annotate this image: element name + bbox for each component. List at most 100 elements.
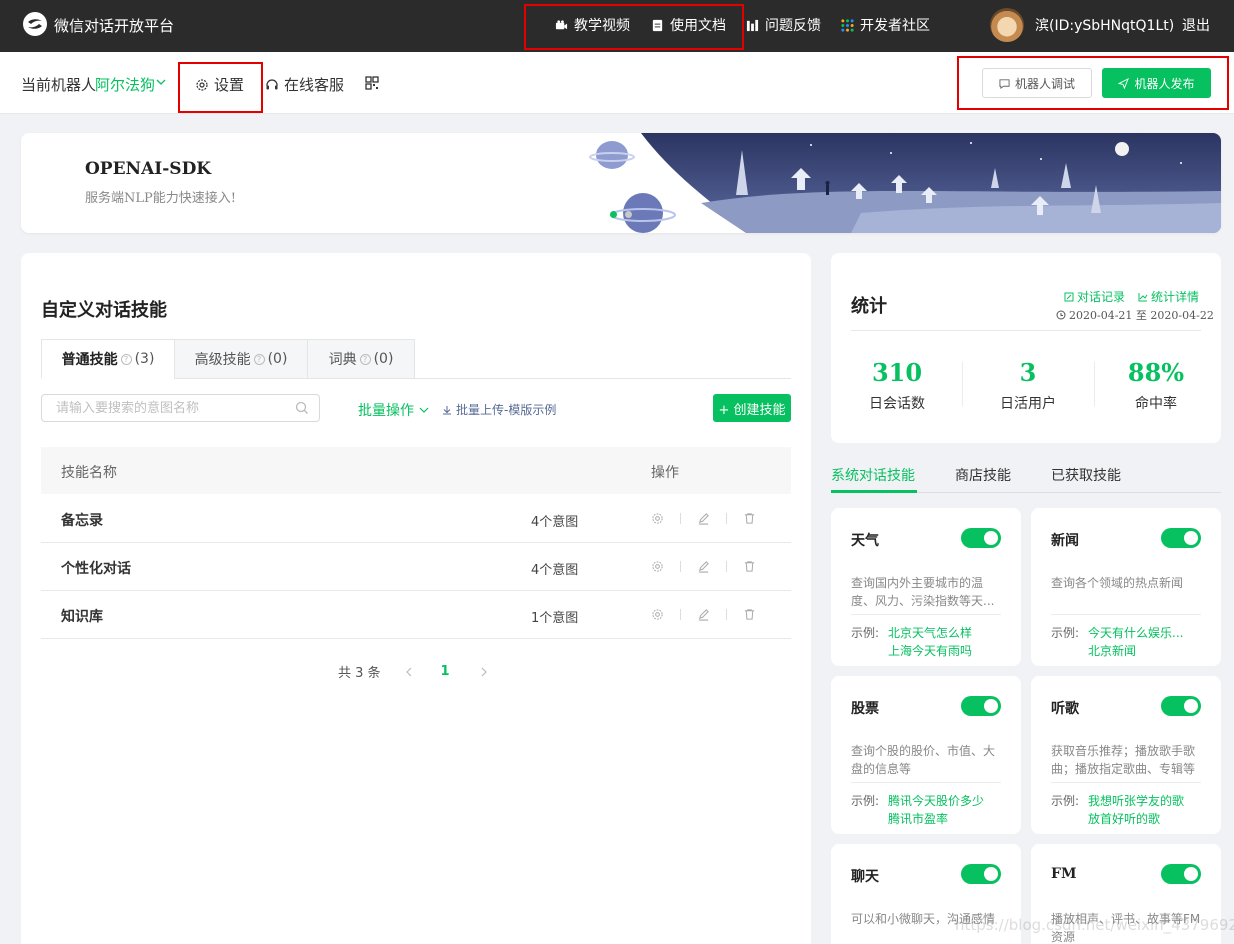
statistics-date-range[interactable]: 2020-04-21 至 2020-04-22 [1056, 307, 1214, 323]
skill-card-weather[interactable]: 天气 查询国内外主要城市的温度、风力、污染指数等天... 示例: 北京天气怎么样… [831, 508, 1021, 666]
edit-pencil-icon[interactable] [697, 560, 710, 573]
nav-tutorial-video-label: 教学视频 [574, 18, 630, 34]
skill-name[interactable]: 备忘录 [61, 510, 103, 530]
skill-example[interactable]: 我想听张学友的歌 [1088, 792, 1188, 809]
create-skill-button[interactable]: + 创建技能 [713, 394, 791, 422]
help-icon[interactable]: ? [120, 353, 132, 365]
nav-feedback[interactable]: 问题反馈 [746, 15, 821, 35]
table-row[interactable]: 知识库 1个意图 [41, 591, 791, 639]
line-chart-icon [1138, 292, 1148, 301]
skill-card-description: 查询各个领域的热点新闻 [1051, 576, 1184, 590]
skill-toggle[interactable] [961, 696, 1001, 716]
skill-card-stock[interactable]: 股票 查询个股的股价、市值、大盘的信息等 示例: 腾讯今天股价多少 腾讯市盈率 [831, 676, 1021, 834]
tab-normal-skills[interactable]: 普通技能 ? (3) [41, 339, 175, 379]
divider [726, 561, 727, 572]
send-icon [1118, 77, 1130, 89]
batch-upload-template-link[interactable]: 批量上传-模版示例 [442, 401, 556, 418]
gear-icon[interactable] [651, 560, 664, 573]
edit-pencil-icon[interactable] [697, 608, 710, 621]
skill-toggle[interactable] [1161, 696, 1201, 716]
skill-example[interactable]: 北京天气怎么样 [888, 624, 988, 641]
chevron-left-icon[interactable] [403, 666, 415, 678]
tab-advanced-skills-count: (0) [267, 351, 288, 367]
skill-example[interactable]: 上海今天有雨吗 [888, 642, 988, 659]
skill-example[interactable]: 腾讯市盈率 [888, 810, 988, 827]
intent-search-input[interactable] [41, 394, 320, 422]
tab-dictionary[interactable]: 词典 ? (0) [307, 339, 415, 379]
row-actions [651, 512, 756, 525]
edit-pencil-icon[interactable] [697, 512, 710, 525]
bot-selector[interactable]: 阿尔法狗 [95, 74, 155, 95]
brand-name[interactable]: 微信对话开放平台 [54, 15, 174, 36]
skill-toggle[interactable] [961, 864, 1001, 884]
skill-name[interactable]: 知识库 [61, 606, 103, 626]
logout-link[interactable]: 退出 [1182, 15, 1210, 35]
tab-acquired-skills[interactable]: 已获取技能 [1051, 465, 1121, 485]
divider [1051, 782, 1201, 783]
example-label: 示例: [851, 626, 880, 640]
skill-name[interactable]: 个性化对话 [61, 558, 131, 578]
tab-system-skills[interactable]: 系统对话技能 [831, 465, 915, 485]
nav-developer-community[interactable]: 开发者社区 [841, 15, 930, 35]
metric-label: 日会话数 [869, 396, 925, 412]
nav-docs[interactable]: 使用文档 [651, 15, 726, 35]
tab-store-skills[interactable]: 商店技能 [955, 465, 1011, 485]
skill-card-description: 查询个股的股价、市值、大盘的信息等 [851, 744, 996, 776]
bot-publish-label: 机器人发布 [1134, 76, 1195, 91]
divider [726, 513, 727, 524]
skill-card-title: FM [1051, 866, 1077, 882]
statistics-title: 统计 [851, 296, 887, 317]
trash-icon[interactable] [743, 560, 756, 573]
carousel-dot-2[interactable] [625, 211, 632, 218]
conversation-records-link[interactable]: 对话记录 [1064, 288, 1125, 305]
gear-icon[interactable] [651, 512, 664, 525]
carousel-dot-1[interactable] [610, 211, 617, 218]
page-number-current[interactable]: 1 [441, 664, 450, 679]
bot-publish-button[interactable]: 机器人发布 [1102, 68, 1211, 98]
banner-subtitle: 服务端NLP能力快速接入! [85, 191, 236, 206]
gear-icon [196, 78, 208, 91]
batch-operation-dropdown[interactable]: 批量操作 [358, 400, 429, 420]
help-icon[interactable]: ? [253, 353, 265, 365]
statistics-details-link[interactable]: 统计详情 [1138, 288, 1199, 305]
tab-advanced-skills[interactable]: 高级技能 ? (0) [174, 339, 308, 379]
nav-docs-label: 使用文档 [670, 18, 726, 34]
table-row[interactable]: 个性化对话 4个意图 [41, 543, 791, 591]
user-avatar[interactable] [990, 8, 1024, 42]
qrcode-icon[interactable] [365, 76, 379, 90]
skill-example[interactable]: 腾讯今天股价多少 [888, 792, 988, 809]
skills-table-header: 技能名称 操作 [41, 447, 791, 494]
trash-icon[interactable] [743, 512, 756, 525]
settings-link[interactable]: 设置 [195, 74, 244, 95]
user-name[interactable]: 滨(ID:ySbHNqtQ1Lt) [1035, 15, 1174, 35]
chevron-right-icon[interactable] [478, 666, 490, 678]
divider [962, 362, 963, 406]
trash-icon[interactable] [743, 608, 756, 621]
nav-developer-community-label: 开发者社区 [860, 18, 930, 34]
skill-card-news[interactable]: 新闻 查询各个领域的热点新闻 示例: 今天有什么娱乐... 北京新闻 [1031, 508, 1221, 666]
online-support-link[interactable]: 在线客服 [265, 74, 344, 95]
nav-feedback-label: 问题反馈 [765, 18, 821, 34]
banner-carousel-dots [610, 211, 632, 218]
bot-debug-button[interactable]: 机器人调试 [982, 68, 1092, 98]
nav-tutorial-video[interactable]: 教学视频 [555, 15, 630, 35]
skill-card-description: 查询国内外主要城市的温度、风力、污染指数等天... [851, 576, 995, 608]
skill-toggle[interactable] [1161, 864, 1201, 884]
chevron-down-icon[interactable] [155, 76, 167, 88]
divider [851, 330, 1201, 331]
divider [680, 513, 681, 524]
promo-banner[interactable]: OPENAI-SDK 服务端NLP能力快速接入! [21, 133, 1221, 233]
search-icon[interactable] [295, 401, 309, 415]
skill-toggle[interactable] [961, 528, 1001, 548]
metric-daily-sessions: 310 日会话数 [842, 358, 952, 413]
skill-example[interactable]: 今天有什么娱乐... [1088, 624, 1188, 641]
help-icon[interactable]: ? [359, 353, 371, 365]
skill-toggle[interactable] [1161, 528, 1201, 548]
tab-dictionary-label: 词典 [328, 352, 357, 368]
metric-daily-active-users: 3 日活用户 [973, 358, 1083, 413]
skill-example[interactable]: 放首好听的歌 [1088, 810, 1188, 827]
skill-example[interactable]: 北京新闻 [1088, 642, 1188, 659]
table-row[interactable]: 备忘录 4个意图 [41, 495, 791, 543]
gear-icon[interactable] [651, 608, 664, 621]
skill-card-music[interactable]: 听歌 获取音乐推荐；播放歌手歌曲；播放指定歌曲、专辑等 示例: 我想听张学友的歌… [1031, 676, 1221, 834]
